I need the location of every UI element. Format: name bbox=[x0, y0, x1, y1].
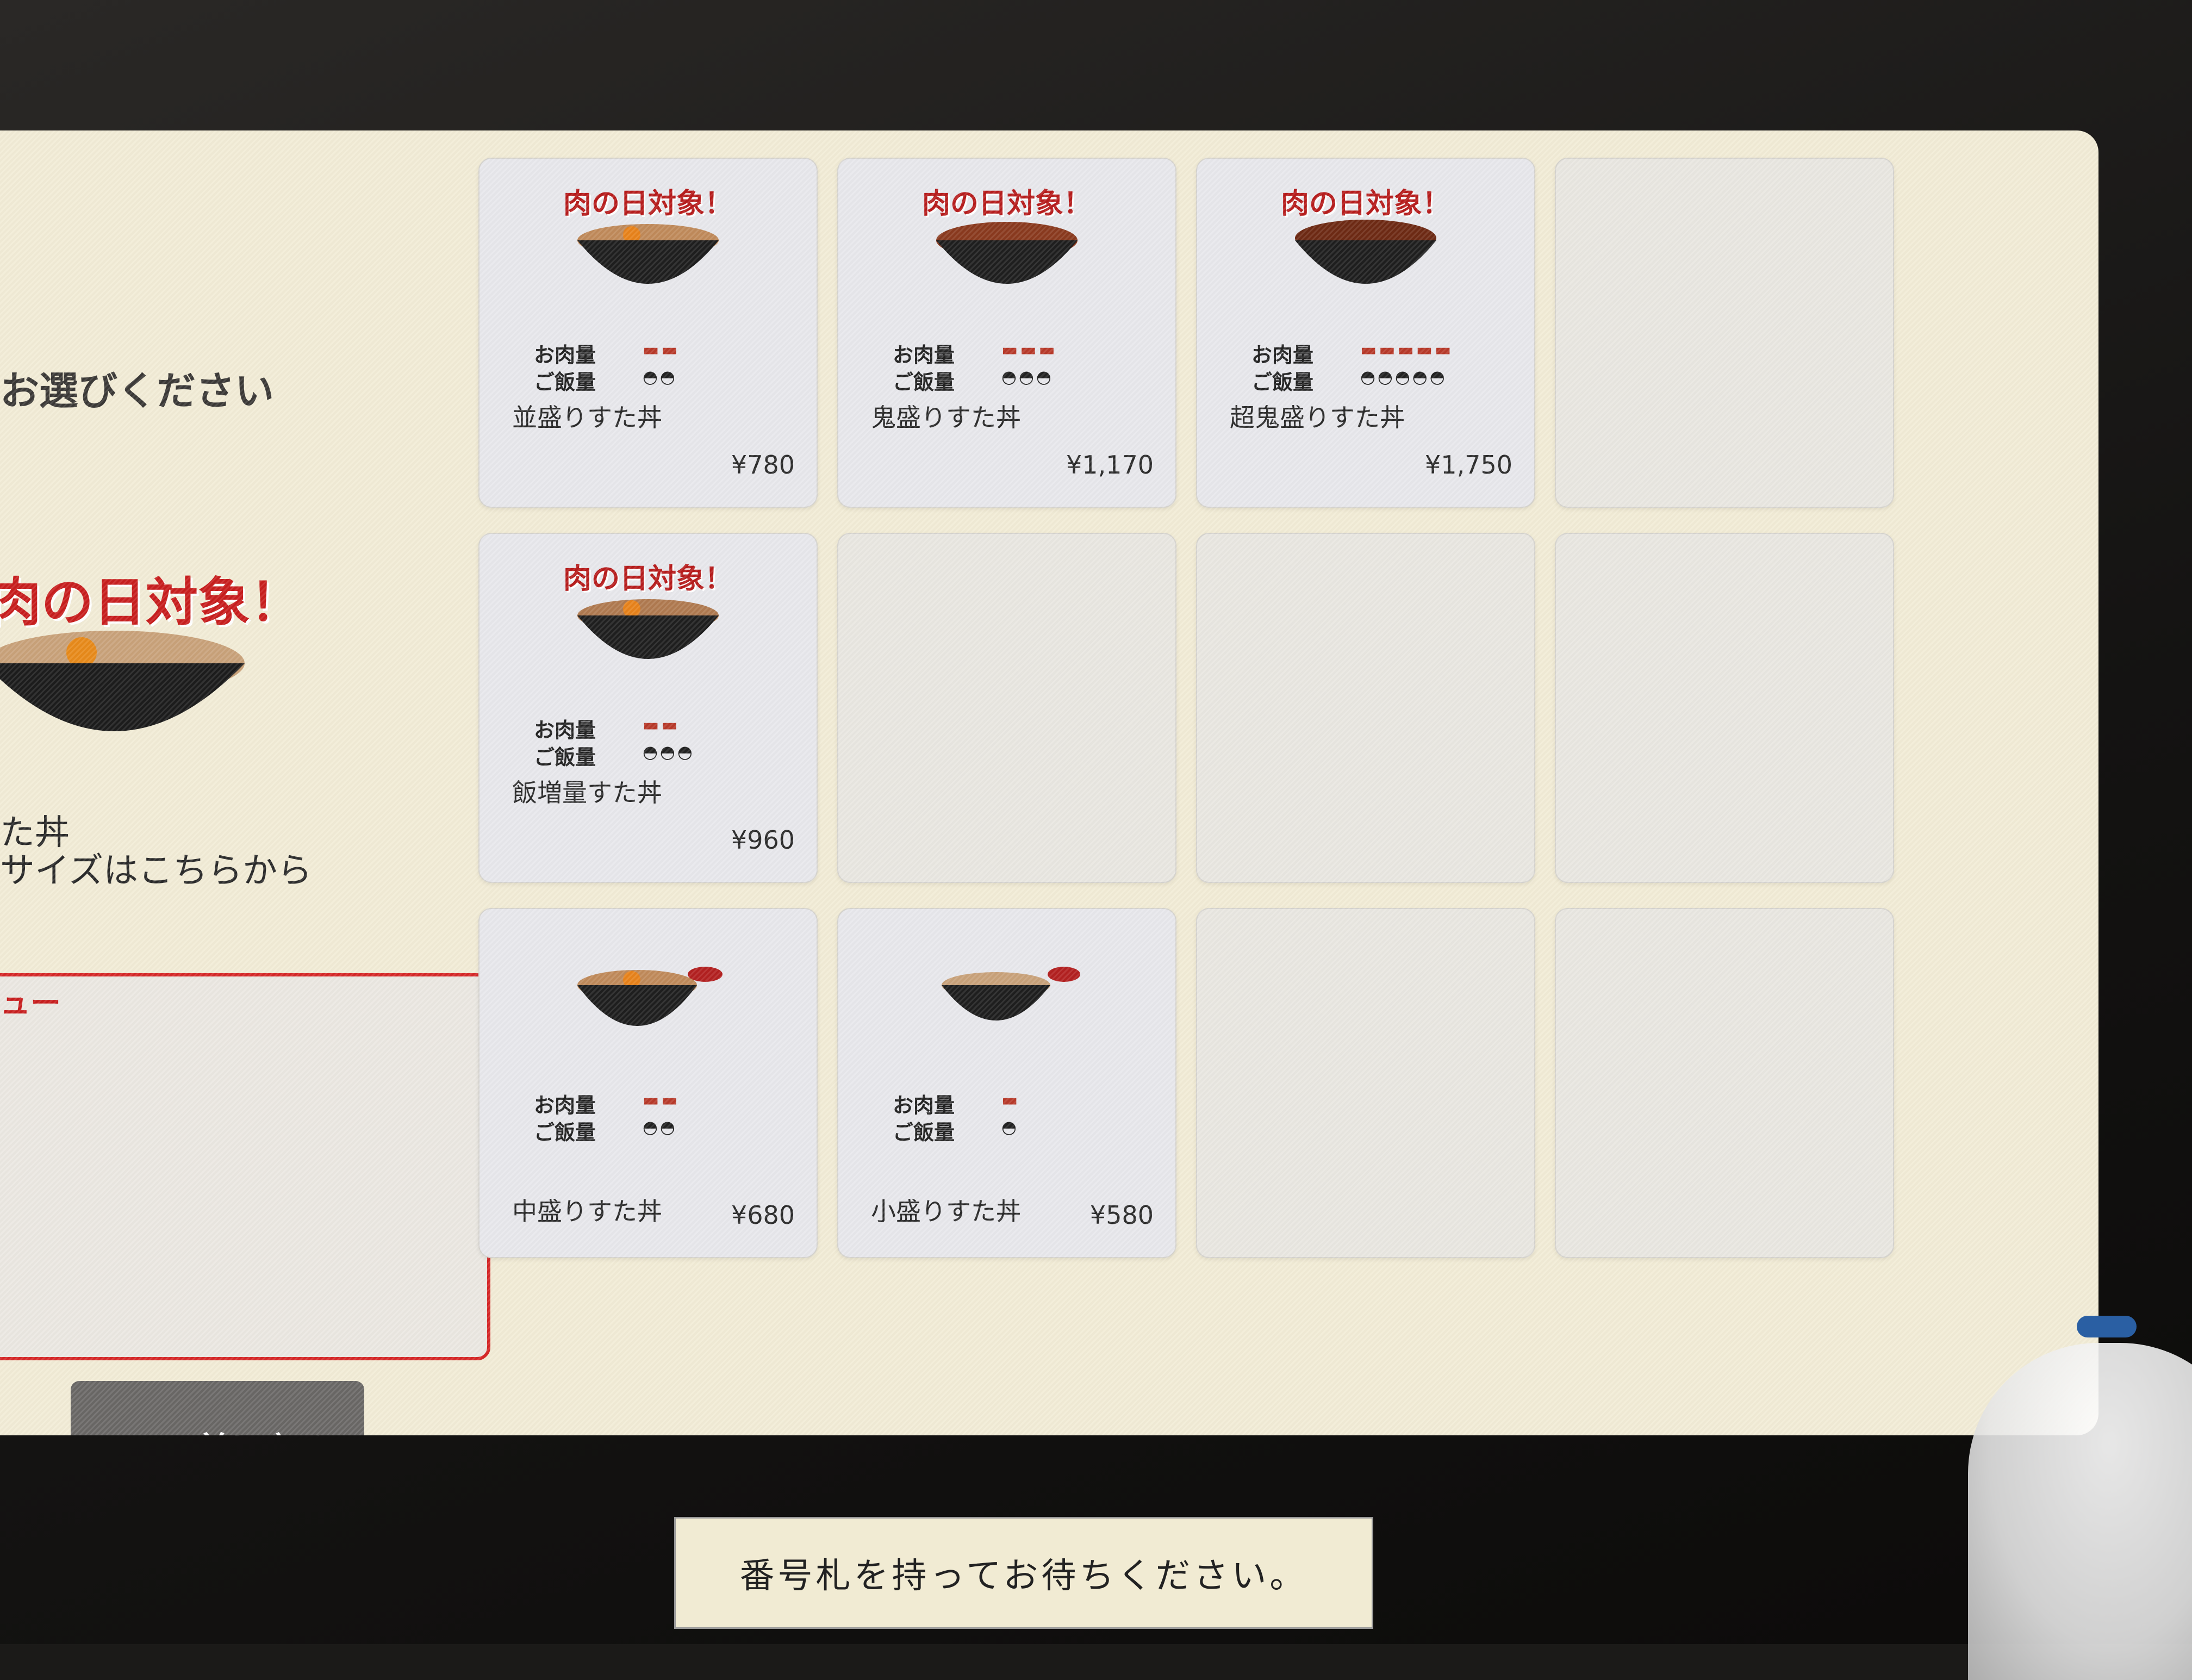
meat-level-icon: ▬▬ bbox=[643, 339, 680, 360]
meat-level-icon: ▬▬ bbox=[643, 714, 680, 735]
card-name: 飯増量すた丼 bbox=[512, 778, 662, 807]
status-led bbox=[2077, 1316, 2137, 1337]
meat-label: お肉量 bbox=[893, 1093, 955, 1117]
card-price: ¥780 bbox=[731, 450, 795, 480]
rice-label: ご飯量 bbox=[893, 370, 955, 394]
left-panel: お選びください 肉の日対象！ た丼 サイズはこちらから ュー ‹ 1つ前に戻る bbox=[0, 130, 490, 1435]
bowl-image bbox=[936, 222, 1078, 284]
card-name: 中盛りすた丼 bbox=[512, 1197, 662, 1226]
card-banner: 肉の日対象！ bbox=[563, 188, 733, 220]
meat-label: お肉量 bbox=[534, 343, 596, 367]
empty-slot bbox=[1196, 533, 1535, 883]
back-button-label: 1つ前に戻る bbox=[142, 1423, 328, 1436]
empty-slot bbox=[837, 533, 1176, 883]
meat-label: お肉量 bbox=[1251, 343, 1314, 367]
rice-level-icon: ◓◓◓ bbox=[1001, 366, 1054, 387]
card-name: 並盛りすた丼 bbox=[512, 403, 662, 432]
meat-level-icon: ▬▬▬▬▬ bbox=[1360, 339, 1454, 360]
menu-card[interactable]: お肉量 ▬ ご飯量 ◓ 小盛りすた丼 ¥580 bbox=[837, 908, 1176, 1258]
card-banner: 肉の日対象！ bbox=[921, 188, 1092, 220]
card-banner: 肉の日対象！ bbox=[563, 563, 733, 595]
bowl-image bbox=[577, 967, 723, 1026]
rice-level-icon: ◓◓ bbox=[643, 366, 677, 387]
rice-label: ご飯量 bbox=[893, 1121, 955, 1144]
rice-label: ご飯量 bbox=[534, 745, 596, 769]
empty-slot bbox=[1196, 908, 1535, 1258]
rice-level-icon: ◓ bbox=[1001, 1117, 1019, 1137]
rice-level-icon: ◓◓◓◓◓ bbox=[1360, 366, 1447, 387]
menu-card[interactable]: 肉の日対象！ お肉量 ▬▬▬ ご飯量 ◓◓◓ 鬼盛りすた丼 ¥1,170 bbox=[837, 158, 1176, 508]
meat-label: お肉量 bbox=[534, 1093, 596, 1117]
empty-slot bbox=[1555, 908, 1894, 1258]
meat-label: お肉量 bbox=[534, 718, 596, 742]
empty-slot bbox=[1555, 158, 1894, 508]
card-price: ¥680 bbox=[731, 1200, 795, 1230]
rice-level-icon: ◓◓◓ bbox=[643, 742, 695, 762]
bowl-image bbox=[1295, 220, 1436, 284]
rice-label: ご飯量 bbox=[1251, 370, 1314, 394]
menu-card[interactable]: 肉の日対象！ お肉量 ▬▬▬▬▬ ご飯量 ◓◓◓◓◓ 超鬼盛りすた丼 ¥1,75… bbox=[1196, 158, 1535, 508]
recommend-label: ュー bbox=[0, 986, 61, 1021]
rice-label: ご飯量 bbox=[534, 370, 596, 394]
meat-level-icon: ▬▬ bbox=[643, 1090, 680, 1110]
card-price: ¥1,750 bbox=[1425, 450, 1512, 480]
card-price: ¥1,170 bbox=[1066, 450, 1154, 480]
empty-slot bbox=[1555, 533, 1894, 883]
card-name: 超鬼盛りすた丼 bbox=[1230, 403, 1405, 432]
menu-card[interactable]: お肉量 ▬▬ ご飯量 ◓◓ 中盛りすた丼 ¥680 bbox=[478, 908, 818, 1258]
card-price: ¥960 bbox=[731, 825, 795, 855]
bowl-image bbox=[942, 967, 1080, 1021]
bowl-image bbox=[577, 224, 719, 284]
card-name: 小盛りすた丼 bbox=[871, 1197, 1021, 1226]
card-name: 鬼盛りすた丼 bbox=[871, 403, 1021, 432]
card-banner: 肉の日対象！ bbox=[1280, 188, 1450, 220]
rice-level-icon: ◓◓ bbox=[643, 1117, 677, 1137]
menu-card[interactable]: 肉の日対象！ お肉量 ▬▬ ご飯量 ◓◓◓ 飯増量すた丼 ¥960 bbox=[478, 533, 818, 883]
menu-card[interactable]: 肉の日対象！ お肉量 ▬▬ ご飯量 ◓◓ 並盛りすた丼 ¥780 bbox=[478, 158, 818, 508]
recommend-menu-box[interactable] bbox=[0, 973, 490, 1360]
meat-label: お肉量 bbox=[893, 343, 955, 367]
hero-note[interactable]: サイズはこちらから bbox=[0, 843, 312, 893]
card-price: ¥580 bbox=[1089, 1200, 1154, 1230]
menu-grid: 肉の日対象！ お肉量 ▬▬ ご飯量 ◓◓ 並盛りすた丼 ¥780 肉の日対象！ … bbox=[478, 158, 2001, 1354]
meat-level-icon: ▬ bbox=[1001, 1090, 1020, 1110]
kiosk-label-plate: 番号札を持ってお待ちください。 bbox=[674, 1517, 1373, 1629]
bowl-image bbox=[577, 599, 719, 659]
instruction-text: お選びください bbox=[0, 368, 275, 414]
kiosk-screen: お選びください 肉の日対象！ た丼 サイズはこちらから ュー ‹ 1つ前に戻る … bbox=[0, 130, 2098, 1435]
meat-level-icon: ▬▬▬ bbox=[1001, 339, 1057, 360]
chevron-left-icon: ‹ bbox=[107, 1424, 123, 1435]
back-button[interactable]: ‹ 1つ前に戻る bbox=[71, 1381, 364, 1435]
cup-object bbox=[1968, 1343, 2192, 1680]
hero-bowl-image bbox=[0, 631, 245, 731]
rice-label: ご飯量 bbox=[534, 1121, 596, 1144]
